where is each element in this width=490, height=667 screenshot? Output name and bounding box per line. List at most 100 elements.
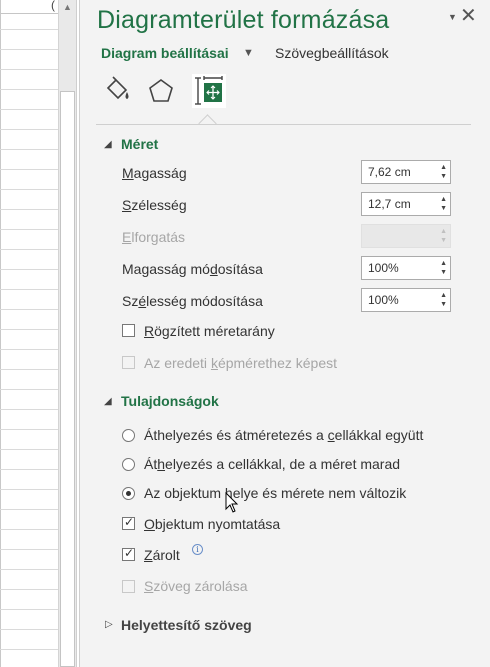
column-header: (: [0, 0, 58, 14]
scale-width-value[interactable]: 100%: [368, 293, 399, 307]
section-properties-title[interactable]: Tulajdonságok: [121, 393, 219, 409]
radio-move-no-size[interactable]: [122, 458, 135, 471]
gridline: [0, 429, 58, 430]
increment-icon[interactable]: ▲: [440, 260, 447, 268]
height-label: Magasság: [122, 165, 187, 181]
scale-width-label: Szélesség módosítása: [122, 293, 263, 309]
decrement-icon[interactable]: ▼: [440, 269, 447, 277]
gridline: [0, 189, 58, 190]
gridline: [0, 89, 58, 90]
locked-label[interactable]: Zárolt: [144, 547, 180, 563]
increment-icon[interactable]: ▲: [440, 164, 447, 172]
gridline: [0, 69, 58, 70]
close-icon[interactable]: ✕: [460, 4, 477, 28]
gridline: [0, 529, 58, 530]
lock-aspect-label[interactable]: Rögzített méretarány: [144, 323, 275, 339]
width-stepper[interactable]: 12,7 cm ▲ ▼: [361, 192, 451, 216]
radio-dont-move-or-size-label[interactable]: Az objektum helye és mérete nem változik: [144, 485, 406, 501]
gridline: [0, 349, 58, 350]
gridline: [0, 549, 58, 550]
checkmark-icon: ✓: [124, 515, 135, 529]
gridline: [0, 329, 58, 330]
gridline: [0, 629, 58, 630]
width-label: Szélesség: [122, 197, 187, 213]
height-value[interactable]: 7,62 cm: [368, 165, 411, 179]
lock-text-checkbox: [122, 580, 135, 593]
format-chart-area-pane: Diagramterület formázása ▼ ✕ Diagram beá…: [79, 0, 490, 667]
scale-width-stepper[interactable]: 100% ▲ ▼: [361, 288, 451, 312]
rotation-stepper: ▲ ▼: [361, 224, 451, 248]
increment-icon[interactable]: ▲: [440, 196, 447, 204]
pane-title: Diagramterület formázása: [97, 6, 390, 34]
gridline: [0, 309, 58, 310]
gridline: [0, 449, 58, 450]
print-object-checkbox[interactable]: ✓: [122, 515, 135, 530]
gridline: [0, 109, 58, 110]
decrement-icon[interactable]: ▼: [440, 301, 447, 309]
gridline: [0, 49, 58, 50]
gridline: [0, 129, 58, 130]
rotation-label: Elforgatás: [122, 229, 186, 245]
gridline: [0, 209, 58, 210]
width-value[interactable]: 12,7 cm: [368, 197, 411, 211]
radio-dont-move-or-size[interactable]: [122, 487, 135, 500]
gridline: [0, 229, 58, 230]
collapse-icon[interactable]: ◢: [104, 396, 112, 407]
gridline: [0, 609, 58, 610]
relative-original-label: Az eredeti képmérethez képest: [144, 355, 338, 371]
gridline: [0, 169, 58, 170]
collapse-icon[interactable]: ◢: [104, 139, 112, 150]
gridline: [0, 409, 58, 410]
chevron-down-icon[interactable]: ▼: [243, 47, 254, 59]
lock-aspect-checkbox[interactable]: [122, 324, 135, 337]
effects-icon[interactable]: [144, 74, 178, 108]
gridline: [0, 289, 58, 290]
gridline: [0, 469, 58, 470]
gridline: [0, 509, 58, 510]
gridline: [0, 589, 58, 590]
radio-selected-dot: [126, 491, 131, 496]
expand-icon[interactable]: ▷: [105, 619, 113, 630]
lock-text-label: Szöveg zárolása: [144, 578, 248, 594]
section-size-title[interactable]: Méret: [121, 136, 158, 152]
size-properties-icon[interactable]: [192, 74, 226, 108]
checkmark-icon: ✓: [124, 546, 135, 560]
gridline: [0, 0, 1, 667]
gridline: [0, 649, 58, 650]
scale-height-label: Magasság módosítása: [122, 261, 263, 277]
increment-icon[interactable]: ▲: [440, 292, 447, 300]
print-object-label[interactable]: Objektum nyomtatása: [144, 516, 280, 532]
tab-chart-options[interactable]: Diagram beállításai: [101, 45, 229, 61]
divider: [96, 124, 471, 125]
vertical-scrollbar[interactable]: ▲: [58, 0, 77, 667]
locked-checkbox[interactable]: ✓: [122, 546, 135, 561]
gridline: [0, 249, 58, 250]
tab-text-options[interactable]: Szövegbeállítások: [275, 45, 389, 61]
section-alt-text-title[interactable]: Helyettesítő szöveg: [121, 617, 252, 633]
decrement-icon: ▼: [440, 237, 447, 244]
mouse-pointer-icon: [225, 492, 239, 513]
gridline: [0, 149, 58, 150]
decrement-icon[interactable]: ▼: [440, 173, 447, 181]
pane-options-icon[interactable]: ▼: [448, 12, 457, 22]
gridline: [0, 489, 58, 490]
scrollbar-thumb[interactable]: [60, 91, 75, 667]
height-stepper[interactable]: 7,62 cm ▲ ▼: [361, 160, 451, 184]
increment-icon: ▲: [440, 228, 447, 235]
info-icon[interactable]: i: [192, 544, 203, 555]
fill-line-icon[interactable]: [100, 74, 134, 108]
gridline: [0, 389, 58, 390]
column-header-text: (: [51, 0, 55, 12]
gridline: [0, 569, 58, 570]
decrement-icon[interactable]: ▼: [440, 205, 447, 213]
gridline: [0, 29, 58, 30]
scroll-up-icon[interactable]: ▲: [59, 0, 76, 14]
scale-height-value[interactable]: 100%: [368, 261, 399, 275]
scale-height-stepper[interactable]: 100% ▲ ▼: [361, 256, 451, 280]
radio-move-and-size-label[interactable]: Áthelyezés és átméretezés a cellákkal eg…: [144, 427, 423, 443]
radio-move-no-size-label[interactable]: Áthelyezés a cellákkal, de a méret marad: [144, 456, 400, 472]
gridline: [0, 269, 58, 270]
gridline: [0, 369, 58, 370]
radio-move-and-size[interactable]: [122, 429, 135, 442]
worksheet-area[interactable]: (: [0, 0, 58, 667]
